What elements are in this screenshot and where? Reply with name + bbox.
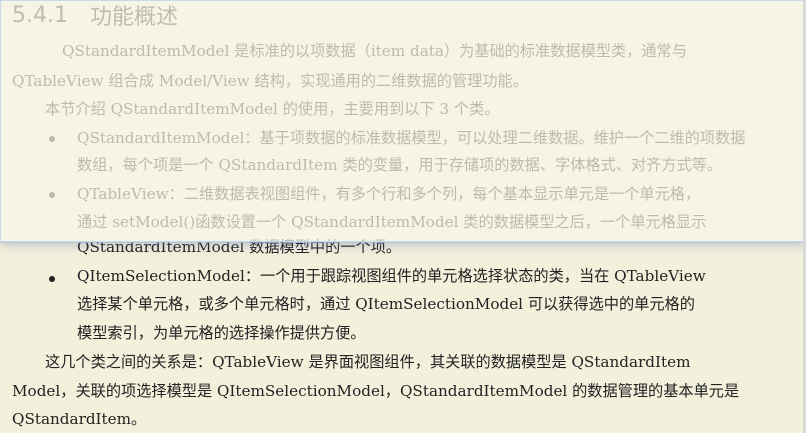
- bullet-3-line-3: 模型索引，为单元格的选择操作提供方便。: [77, 324, 366, 342]
- bullet-2-line-3: QStandardItemModel 数据模型中的一个项。: [77, 238, 402, 256]
- bullet-dot: [49, 192, 55, 198]
- bullet-2-line-2: 通过 setModel()函数设置一个 QStandardItemModel 类…: [77, 213, 707, 231]
- section-heading: 5.4.1 功能概述: [12, 0, 178, 31]
- intro-line-1: QStandardItemModel 是标准的以项数据（item data）为基…: [62, 42, 687, 60]
- bullet-1-line-1: QStandardItemModel：基于项数据的标准数据模型，可以处理二维数据…: [77, 129, 746, 147]
- document-page: 5.4.1 功能概述 QStandardItemModel 是标准的以项数据（i…: [0, 0, 806, 433]
- bullet-3-line-1: QItemSelectionModel：一个用于跟踪视图组件的单元格选择状态的类…: [77, 267, 706, 285]
- bullet-dot: [49, 136, 55, 142]
- overlay-panel: [0, 0, 805, 242]
- section-title: 功能概述: [89, 5, 178, 30]
- intro-line-3: 本节介绍 QStandardItemModel 的使用，主要用到以下 3 个类。: [45, 100, 500, 118]
- bullet-dot: [49, 276, 55, 282]
- section-number: 5.4.1: [12, 2, 68, 28]
- intro-line-2: QTableView 组合成 Model/View 结构，实现通用的二维数据的管…: [12, 72, 528, 90]
- closing-line-2: Model，关联的项选择模型是 QItemSelectionModel，QSta…: [12, 382, 740, 400]
- bullet-2-line-1: QTableView：二维数据表视图组件，有多个行和多个列，每个基本显示单元是一…: [77, 185, 701, 203]
- bullet-1-line-2: 数组，每个项是一个 QStandardItem 类的变量，用于存储项的数据、字体…: [77, 156, 723, 174]
- bullet-3-line-2: 选择某个单元格，或多个单元格时，通过 QItemSelectionModel 可…: [77, 295, 695, 313]
- closing-line-1: 这几个类之间的关系是：QTableView 是界面视图组件，其关联的数据模型是 …: [45, 353, 691, 371]
- closing-line-3: QStandardItem。: [12, 410, 147, 428]
